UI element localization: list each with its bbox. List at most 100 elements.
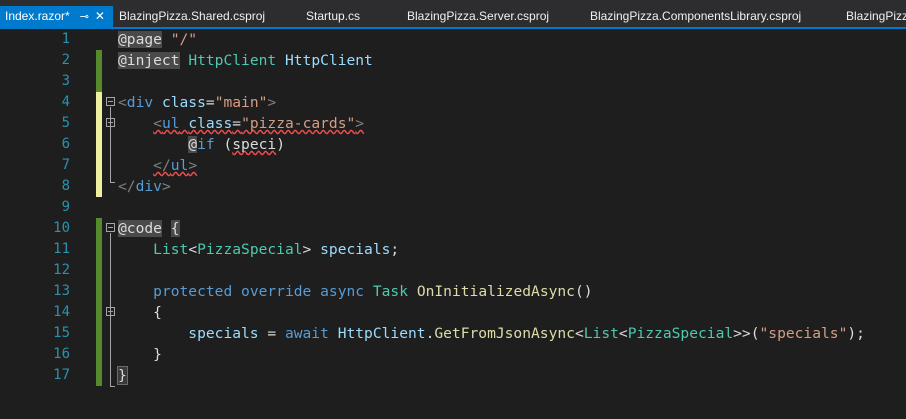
code-text[interactable]: <ul class="pizza-cards"> [118,113,364,134]
pin-icon[interactable]: ⊸ [80,7,89,27]
token: HttpClient [337,325,426,342]
token: { [153,304,162,321]
code-text[interactable]: } [118,344,162,365]
tab-index-razor[interactable]: Index.razor* ⊸ ✕ [0,6,113,28]
code-line-17[interactable]: 17 } [0,365,906,386]
token: > [302,241,321,258]
code-text[interactable]: @code { [118,218,180,239]
code-line-14[interactable]: 14 { [0,302,906,323]
token: List [583,325,619,342]
code-line-2[interactable]: 2 @inject HttpClient HttpClient [0,50,906,71]
code-line-8[interactable]: 8 </div> [0,176,906,197]
token: GetFromJsonAsync [434,325,575,342]
code-line-13[interactable]: 13 protected override async Task OnIniti… [0,281,906,302]
token: List [153,241,189,258]
code-line-4[interactable]: 4 <div class="main"> [0,92,906,113]
code-text[interactable]: protected override async Task OnInitiali… [118,281,592,302]
tab-blazingpizza-server-csproj[interactable]: BlazingPizza.Server.csproj [407,6,549,26]
tab-blazingpizza-componentslibrary-csproj[interactable]: BlazingPizza.ComponentsLibrary.csproj [590,6,801,26]
code-line-10[interactable]: 10 @code { [0,218,906,239]
token: > [267,94,277,111]
change-marker [96,176,102,197]
token: > [188,157,198,174]
token: < [188,241,198,258]
change-marker [96,218,102,239]
code-line-7[interactable]: 7 </ul> [0,155,906,176]
code-line-12[interactable]: 12 [0,260,906,281]
tab-label: Startup.cs [306,9,361,23]
code-text[interactable]: </div> [118,176,171,197]
change-marker [96,344,102,365]
line-number: 10 [53,220,70,236]
outline-guide-end [110,386,115,387]
line-number: 13 [53,283,70,299]
tab-blazingpizza[interactable]: BlazingPizza [846,6,906,26]
code-text[interactable]: @inject HttpClient HttpClient [118,50,373,71]
collapse-toggle-icon[interactable] [106,97,115,106]
code-text[interactable]: specials = await HttpClient.GetFromJsonA… [118,323,865,344]
code-text[interactable]: List<PizzaSpecial> specials; [118,239,399,260]
token: > [161,178,171,195]
token: "specials" [759,325,848,342]
token: ) [276,136,285,153]
line-number: 6 [61,136,70,152]
code-text[interactable]: @if (speci) [118,134,285,155]
change-marker [96,239,102,260]
change-marker [96,281,102,302]
code-line-15[interactable]: 15 specials = await HttpClient.GetFromJs… [0,323,906,344]
close-icon[interactable]: ✕ [95,6,105,26]
token: "pizza-cards" [241,115,356,132]
matched-brace: } [117,366,128,385]
token: protected [153,283,233,300]
code-line-5[interactable]: 5 <ul class="pizza-cards"> [0,113,906,134]
token: ul [170,157,189,174]
token: speci [232,136,277,153]
code-line-11[interactable]: 11 List<PizzaSpecial> specials; [0,239,906,260]
token: override [241,283,312,300]
code-line-3[interactable]: 3 [0,71,906,92]
line-number: 12 [53,262,70,278]
tab-label: BlazingPizza.ComponentsLibrary.csproj [590,9,802,23]
collapse-toggle-icon[interactable] [106,223,115,232]
change-marker [96,323,102,344]
token: @code [118,220,162,237]
code-editor[interactable]: 1 @page "/" 2 @inject HttpClient HttpCli… [0,29,906,419]
code-line-6[interactable]: 6 @if (speci) [0,134,906,155]
token: @inject [118,52,180,69]
line-number: 2 [61,52,70,68]
tab-blazingpizza-shared-csproj[interactable]: BlazingPizza.Shared.csproj [119,6,265,26]
code-text[interactable]: { [118,302,162,323]
tab-startup-cs[interactable]: Startup.cs [306,6,360,26]
code-text[interactable]: @page "/" [118,29,197,50]
line-number: 14 [53,304,70,320]
token: OnInitializedAsync [416,283,575,300]
code-line-9[interactable]: 9 [0,197,906,218]
change-marker [96,113,102,134]
code-line-16[interactable]: 16 } [0,344,906,365]
line-number: 1 [61,31,70,47]
token: ul [161,115,180,132]
code-line-1[interactable]: 1 @page "/" [0,29,906,50]
token: if [197,136,215,153]
code-text[interactable]: <div class="main"> [118,92,276,113]
token: ( [214,136,233,153]
line-number: 16 [53,346,70,362]
line-number: 15 [53,325,70,341]
change-marker [96,134,102,155]
token: </ [153,157,171,174]
code-text[interactable]: </ul> [118,155,197,176]
token: PizzaSpecial [197,241,303,258]
token: div [126,94,154,111]
line-number: 3 [61,73,70,89]
change-marker [96,365,102,386]
code-text[interactable]: } [117,365,128,386]
